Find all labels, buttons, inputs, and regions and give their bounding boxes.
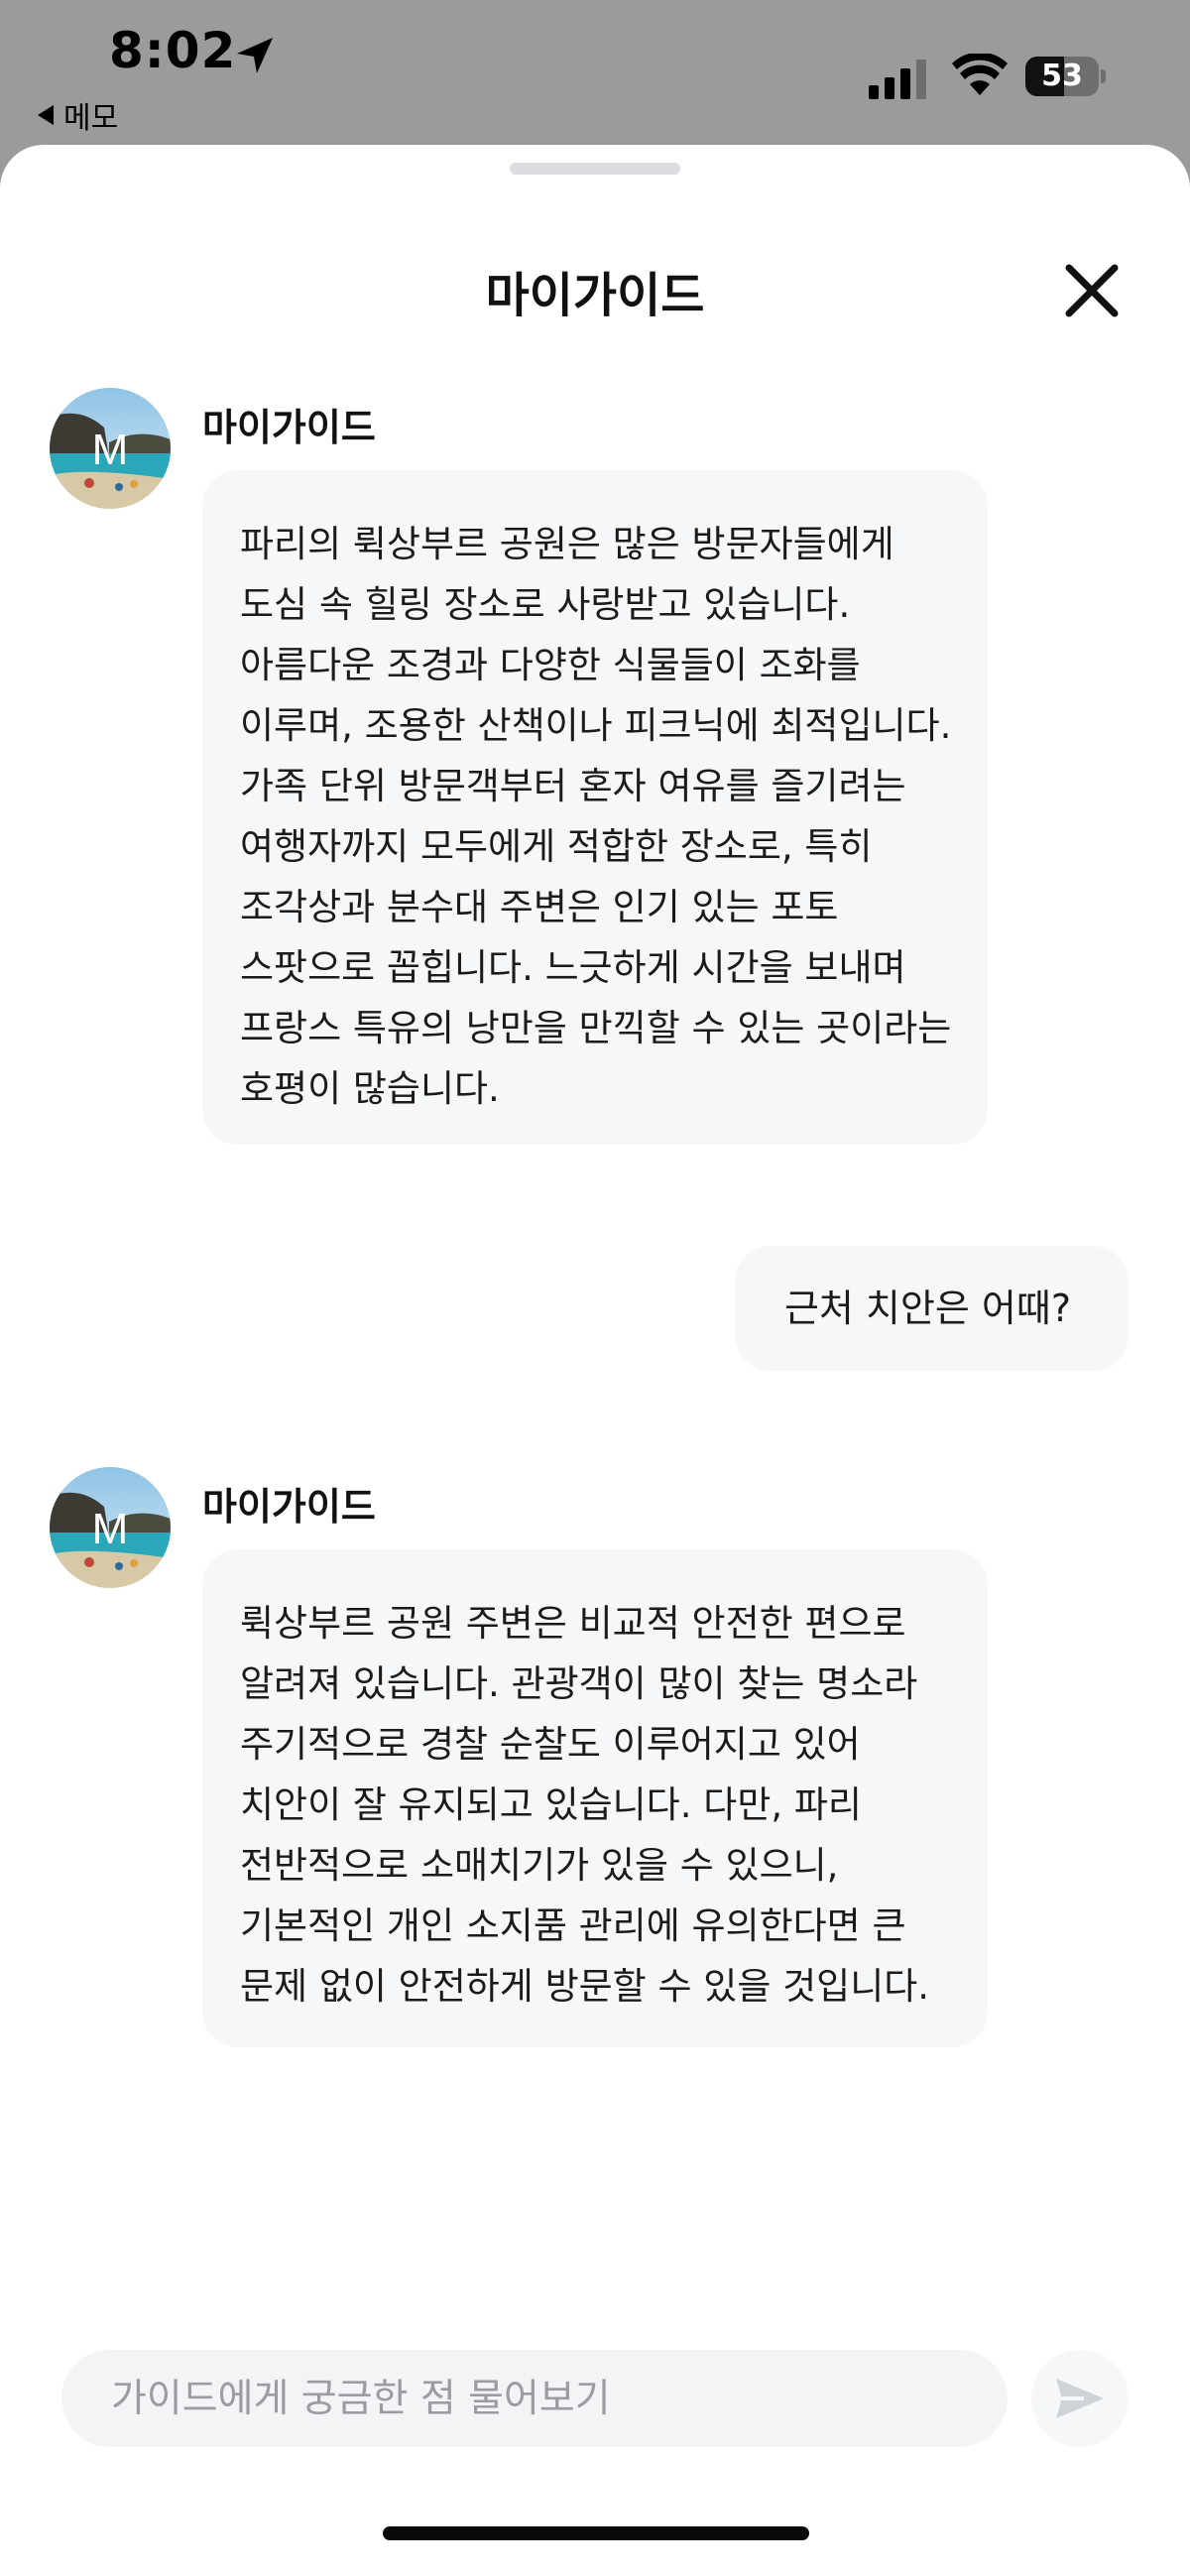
avatar: M [50,388,171,509]
bot-message-bubble: 파리의 뤽상부르 공원은 많은 방문자들에게 도심 속 힐링 장소로 사랑받고 … [202,470,988,1145]
back-triangle-icon [38,105,54,125]
battery-body: 53 [1025,57,1099,96]
avatar-letter: M [92,426,129,474]
battery-level: 53 [1041,59,1083,93]
status-bar: 8:02 메모 53 [0,0,1190,149]
send-icon [1056,2379,1104,2418]
message-composer [61,2350,1008,2447]
avatar: M [50,1467,171,1588]
location-arrow-icon [237,38,273,73]
wifi-icon [952,54,1008,95]
battery-icon: 53 [1025,57,1106,96]
sender-name: 마이가이드 [202,1485,376,1529]
bot-message-bubble: 뤽상부르 공원 주변은 비교적 안전한 편으로 알려져 있습니다. 관광객이 많… [202,1549,988,2047]
avatar-letter: M [92,1505,129,1553]
cellular-signal-icon [869,60,926,99]
back-to-app-link[interactable]: 메모 [38,93,118,137]
battery-tip [1101,69,1106,83]
home-indicator[interactable] [383,2526,809,2540]
page-title: 마이가이드 [485,268,705,323]
status-time: 8:02 [109,22,237,79]
message-input[interactable] [109,2375,966,2422]
close-icon[interactable] [1059,258,1125,323]
send-button[interactable] [1031,2350,1129,2447]
back-app-label: 메모 [63,101,119,136]
sender-name: 마이가이드 [202,406,376,449]
sheet-grabber[interactable] [510,163,680,175]
user-message-bubble: 근처 치안은 어때? [734,1246,1129,1371]
